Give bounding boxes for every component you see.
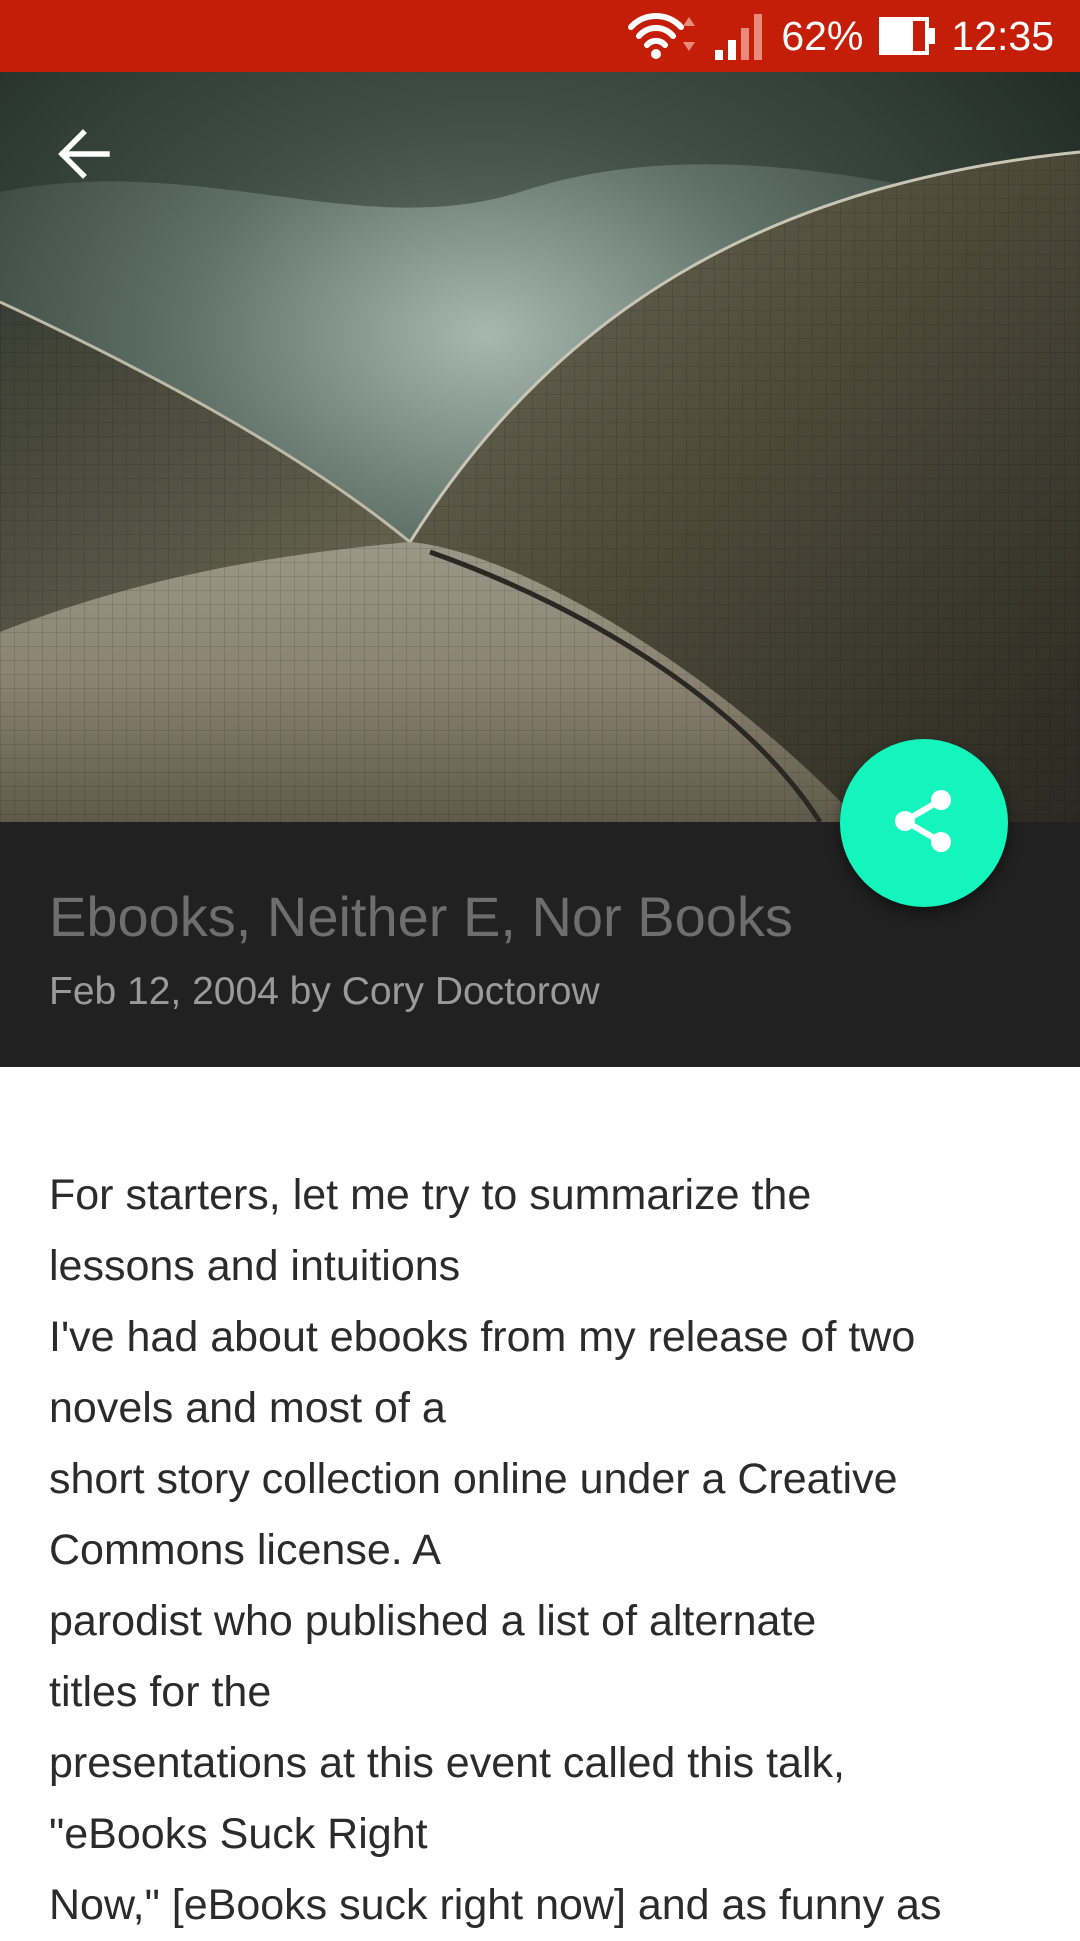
arrow-left-icon [57,128,111,184]
body-line: novels and most of a [49,1384,446,1432]
signal-icon [713,10,767,62]
body-line: lessons and intuitions [49,1242,461,1290]
wifi-icon [627,11,699,61]
body-line: I've had about ebooks from my release of… [49,1313,916,1361]
battery-icon [877,15,937,57]
body-line: "eBooks Suck Right [49,1810,428,1858]
body-line: presentations at this event called this … [49,1739,845,1787]
body-line: parodist who published a list of alterna… [49,1597,817,1645]
status-bar: 62% 12:35 [0,0,1080,72]
article-byline: Feb 12, 2004 by Cory Doctorow [49,970,600,1013]
article-body: For starters, let me try to summarize th… [49,1160,1049,1941]
clock: 12:35 [951,12,1054,59]
header-image [0,72,1080,822]
share-icon [893,788,955,859]
body-line: short story collection online under a Cr… [49,1455,898,1503]
body-line: Now," [eBooks suck right now] and as fun… [49,1881,942,1929]
share-button[interactable] [840,739,1008,907]
battery-percentage: 62% [781,12,864,59]
body-line: For starters, let me try to summarize th… [49,1171,812,1219]
body-line: Commons license. A [49,1526,441,1574]
back-button[interactable] [50,122,118,190]
article-title: Ebooks, Neither E, Nor Books [49,885,793,948]
body-line: titles for the [49,1668,272,1716]
